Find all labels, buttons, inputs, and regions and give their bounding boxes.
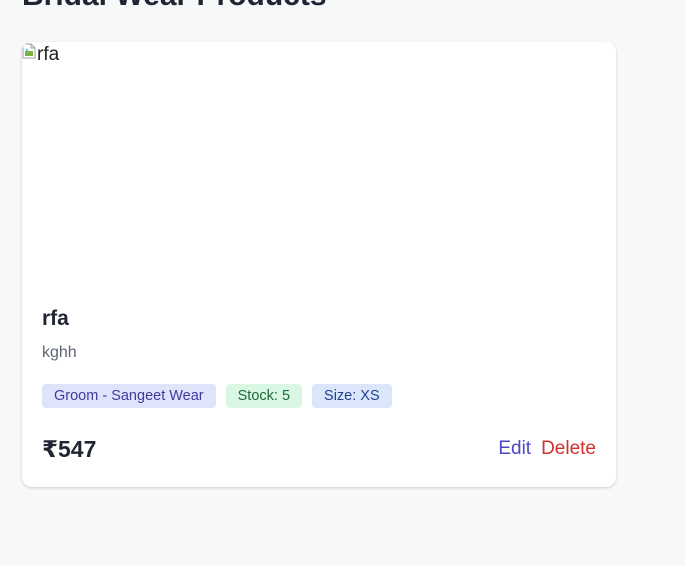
page-title: Bridal Wear Products — [22, 0, 327, 14]
tag-list: Groom - Sangeet Wear Stock: 5 Size: XS — [42, 384, 596, 408]
card-actions: Edit Delete — [498, 438, 596, 460]
card-footer: ₹547 Edit Delete — [42, 432, 596, 466]
image-alt-text: rfa — [37, 44, 60, 65]
product-description: kghh — [42, 344, 77, 361]
product-name: rfa — [42, 307, 69, 330]
size-badge: Size: XS — [312, 384, 392, 408]
delete-button[interactable]: Delete — [541, 438, 596, 460]
broken-image-icon — [22, 43, 36, 59]
edit-button[interactable]: Edit — [498, 438, 531, 460]
stock-badge: Stock: 5 — [225, 384, 303, 408]
product-card: rfa rfa kghh Groom - Sangeet Wear Stock:… — [22, 42, 616, 487]
product-price: ₹547 — [42, 435, 97, 462]
product-image: rfa — [22, 42, 616, 282]
broken-image: rfa — [22, 42, 59, 68]
category-badge: Groom - Sangeet Wear — [42, 384, 216, 408]
